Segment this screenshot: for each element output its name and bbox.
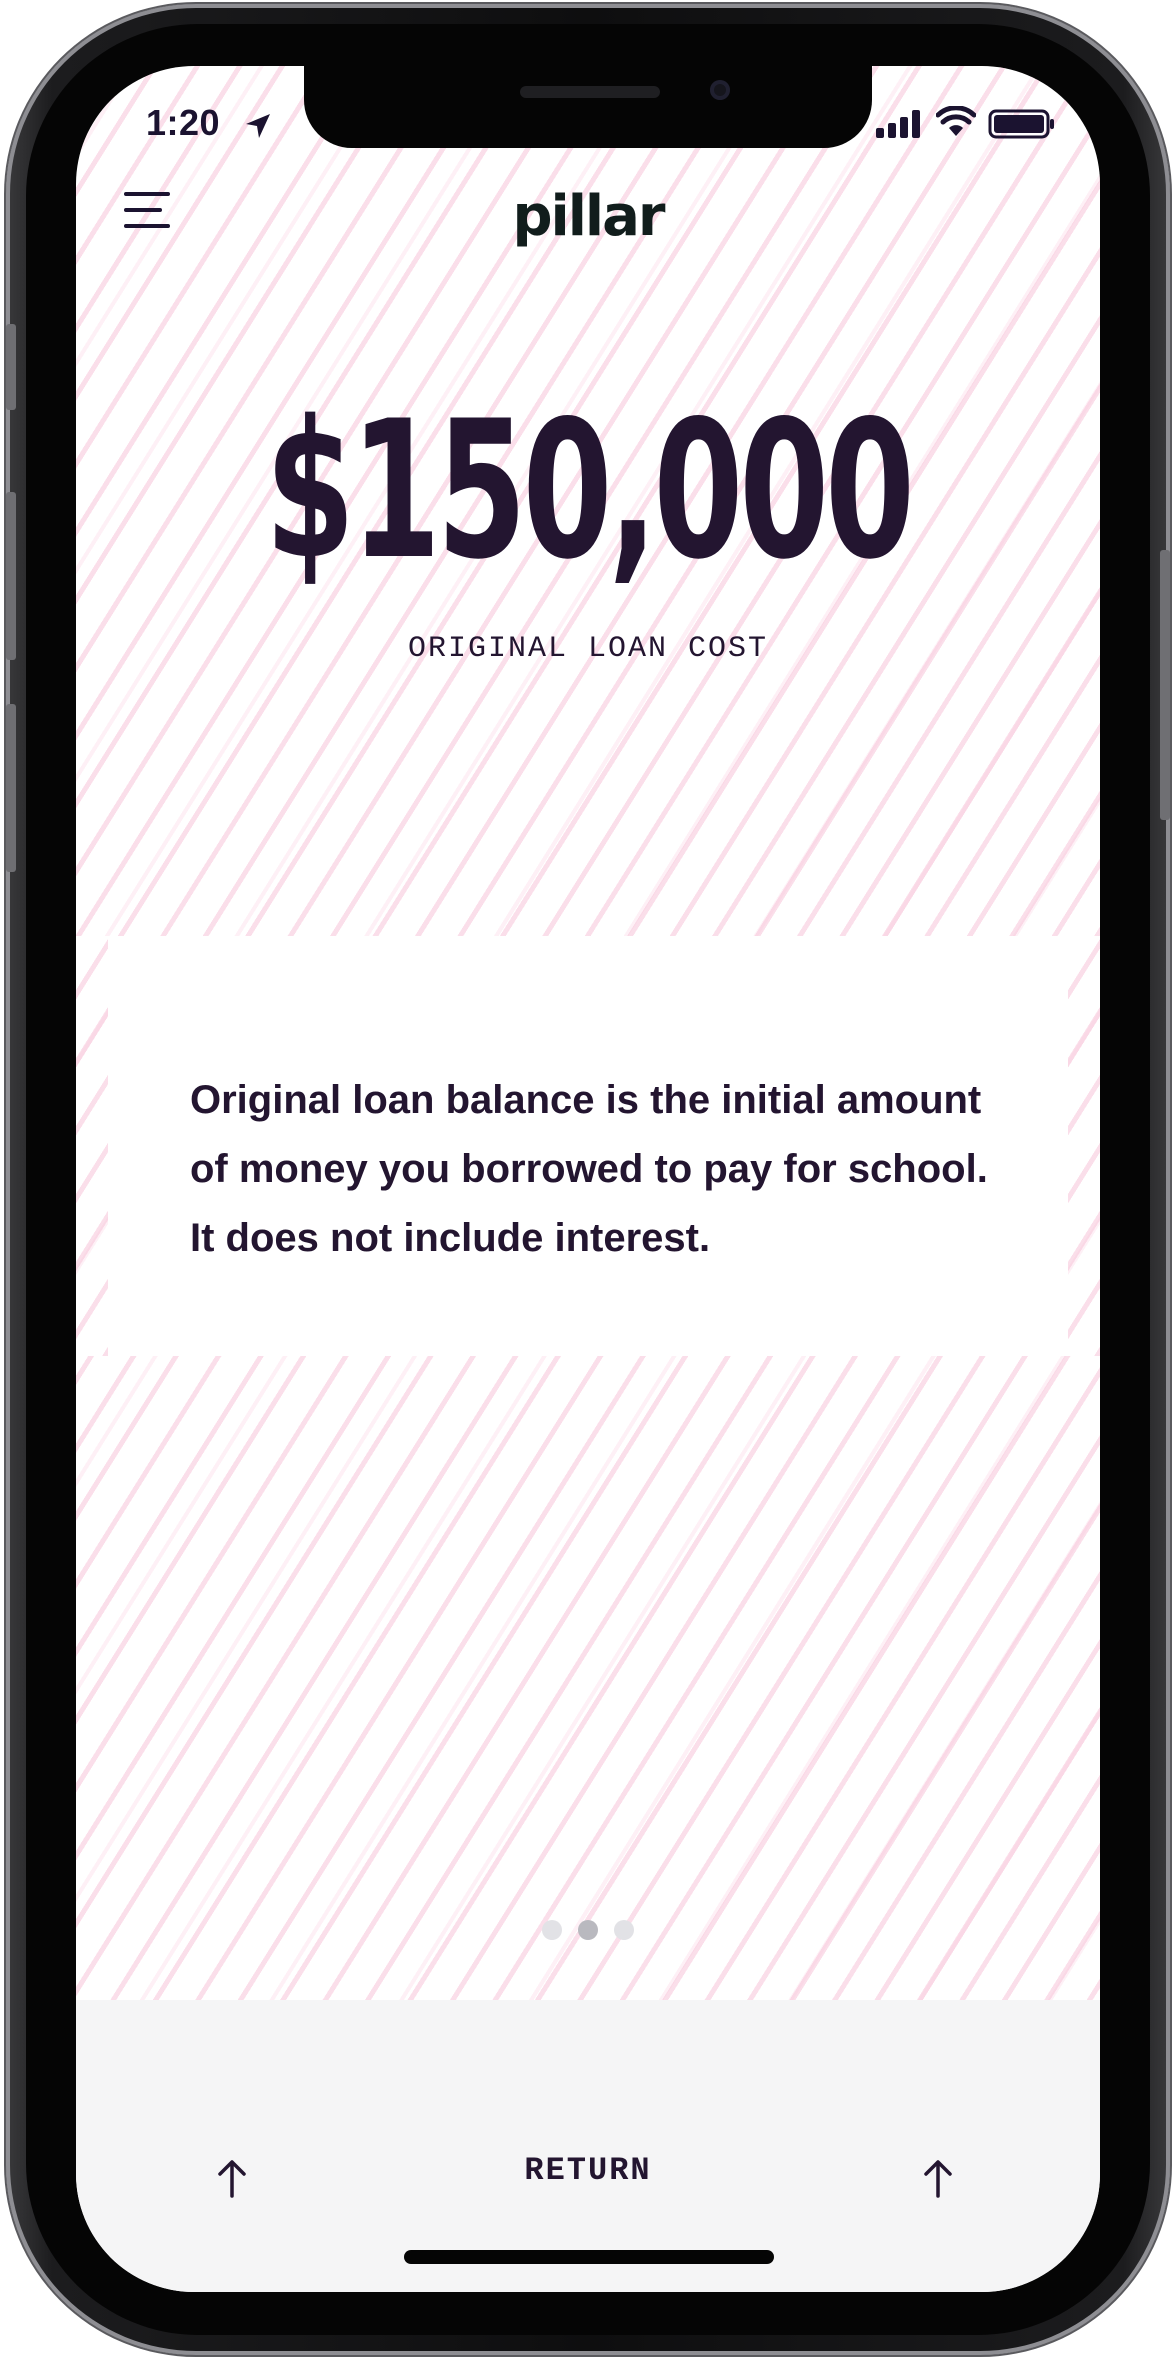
- device-notch: [304, 66, 872, 148]
- arrow-up-icon[interactable]: [216, 2158, 248, 2198]
- earpiece-speaker: [520, 86, 660, 98]
- loan-description: Original loan balance is the initial amo…: [190, 1078, 988, 1260]
- page-indicator: [76, 1920, 1100, 1940]
- wifi-icon: [936, 106, 976, 136]
- page-dot-active[interactable]: [578, 1920, 598, 1940]
- background-pattern-bottom: [76, 1356, 1100, 2056]
- background-pattern-edge: [76, 936, 108, 1356]
- loan-amount-label: ORIGINAL LOAN COST: [407, 632, 769, 666]
- return-button[interactable]: RETURN: [388, 2152, 788, 2189]
- pillar-logo: pillar: [512, 184, 665, 249]
- volume-up-button: [6, 492, 16, 660]
- arrow-up-icon[interactable]: [922, 2158, 954, 2198]
- power-button: [1160, 550, 1170, 820]
- battery-icon: [988, 109, 1054, 139]
- cellular-signal-icon: [876, 110, 920, 138]
- background-pattern-edge: [1068, 936, 1100, 1356]
- home-indicator[interactable]: [404, 2250, 774, 2264]
- status-time: 1:20: [146, 102, 221, 143]
- app-screen: 1:20 pillar $150,000 ORIGINAL LOAN COST …: [76, 66, 1100, 2292]
- volume-down-button: [6, 704, 16, 872]
- bottom-bar: RETURN: [76, 2000, 1100, 2292]
- front-camera: [710, 80, 730, 100]
- location-arrow-icon: [246, 114, 270, 138]
- loan-amount: $150,000: [265, 380, 915, 601]
- page-dot[interactable]: [614, 1920, 635, 1940]
- page-dot[interactable]: [541, 1920, 562, 1940]
- mute-switch: [6, 324, 16, 410]
